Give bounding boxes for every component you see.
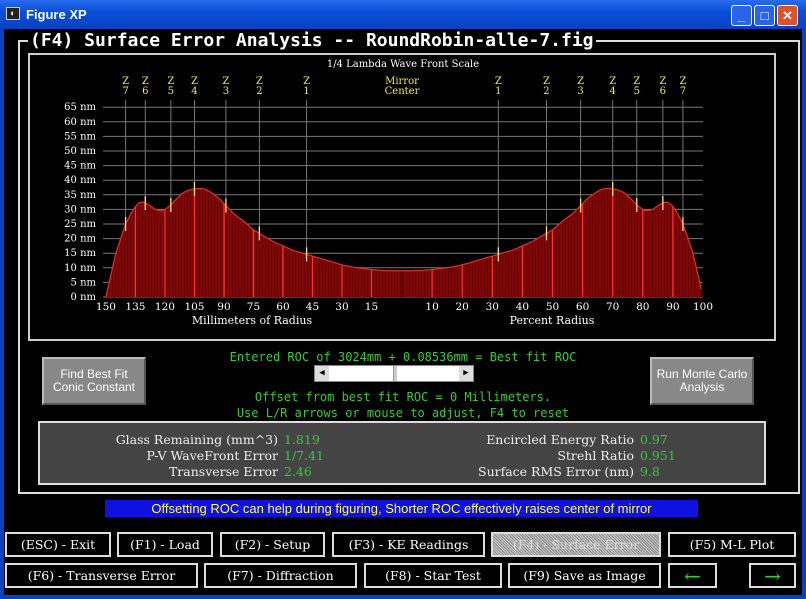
roc-offset-text: Offset from best fit ROC = 0 Millimeters… bbox=[254, 390, 552, 404]
x-tick-label-mm: 75 bbox=[247, 301, 260, 313]
zone-label: 2 bbox=[256, 86, 262, 97]
chart-title: 1/4 Lambda Wave Front Scale bbox=[327, 59, 479, 70]
star-test-button[interactable]: (F8) - Star Test bbox=[364, 563, 502, 588]
zone-label: 5 bbox=[634, 86, 640, 97]
x-tick-label-percent: 50 bbox=[546, 301, 559, 313]
zone-label: 5 bbox=[168, 86, 174, 97]
zone-label: 2 bbox=[543, 86, 549, 97]
strehl-label: Strehl Ratio bbox=[557, 448, 634, 463]
zone-label: 3 bbox=[577, 86, 583, 97]
load-button[interactable]: (F1) - Load bbox=[117, 532, 213, 557]
x-tick-label-percent: 60 bbox=[576, 301, 589, 313]
roc-offset-slider[interactable]: ◀ ▶ bbox=[314, 365, 474, 382]
x-tick-label-percent: 30 bbox=[486, 301, 499, 313]
x-tick-label-percent: 100 bbox=[693, 301, 713, 313]
y-tick-label: 30 nm bbox=[64, 204, 96, 215]
curve-fill bbox=[105, 188, 703, 297]
roc-entered-text: Entered ROC of 3024mm + 0.08536mm = Best… bbox=[229, 350, 577, 364]
ke-readings-button[interactable]: (F3) - KE Readings bbox=[332, 532, 485, 557]
x-tick-label-mm: 150 bbox=[96, 301, 116, 313]
x-tick-label-percent: 80 bbox=[636, 301, 649, 313]
y-tick-label: 20 nm bbox=[64, 234, 96, 245]
y-tick-label: 0 nm bbox=[71, 292, 97, 303]
zone-label: 6 bbox=[142, 86, 148, 97]
y-tick-label: 25 nm bbox=[64, 219, 96, 230]
y-tick-label: 35 nm bbox=[64, 190, 96, 201]
zone-label: 7 bbox=[122, 86, 128, 97]
slider-right-arrow-icon[interactable]: ▶ bbox=[459, 366, 473, 381]
x-tick-label-mm: 15 bbox=[365, 301, 378, 313]
rms-label: Surface RMS Error (nm) bbox=[478, 464, 634, 479]
zone-label: 3 bbox=[223, 86, 229, 97]
slider-thumb[interactable] bbox=[393, 366, 397, 381]
mirror-center-label: Center bbox=[385, 86, 420, 97]
previous-arrow-button[interactable]: ← bbox=[668, 563, 717, 588]
ee-label: Encircled Energy Ratio bbox=[486, 432, 634, 447]
x-tick-label-mm: 120 bbox=[155, 301, 175, 313]
y-tick-label: 60 nm bbox=[64, 117, 96, 128]
x-tick-label-mm: 90 bbox=[217, 301, 230, 313]
stats-panel: Glass Remaining (mm^3) 1.819 P-V WaveFron… bbox=[38, 421, 766, 485]
next-arrow-button[interactable]: → bbox=[749, 563, 796, 588]
x-tick-label-percent: 10 bbox=[425, 301, 438, 313]
setup-button[interactable]: (F2) - Setup bbox=[220, 532, 325, 557]
y-tick-label: 45 nm bbox=[64, 161, 96, 172]
x-tick-label-percent: 90 bbox=[666, 301, 679, 313]
save-image-button[interactable]: (F9) Save as Image bbox=[508, 563, 661, 588]
strehl-value: 0.951 bbox=[640, 448, 676, 463]
info-banner: Offsetting ROC can help during figuring,… bbox=[105, 500, 698, 517]
zone-label: 6 bbox=[660, 86, 666, 97]
y-tick-label: 10 nm bbox=[64, 263, 96, 274]
y-tick-label: 55 nm bbox=[64, 131, 96, 142]
zone-label: 4 bbox=[191, 86, 197, 97]
rms-value: 9.8 bbox=[640, 464, 660, 479]
x-tick-label-mm: 60 bbox=[276, 301, 289, 313]
y-tick-label: 50 nm bbox=[64, 146, 96, 157]
surface-error-chart: 1/4 Lambda Wave Front Scale 0 nm 5 nm 10 nm… bbox=[64, 59, 713, 327]
x-axis-label-mm: Millimeters of Radius bbox=[192, 314, 313, 327]
x-tick-label-mm: 105 bbox=[184, 301, 204, 313]
y-tick-label: 65 nm bbox=[64, 102, 96, 113]
x-tick-label-mm: 30 bbox=[335, 301, 348, 313]
transverse-error-button[interactable]: (F6) - Transverse Error bbox=[5, 563, 198, 588]
diffraction-button[interactable]: (F7) - Diffraction bbox=[204, 563, 357, 588]
zone-label: 7 bbox=[680, 86, 686, 97]
x-tick-label-percent: 40 bbox=[516, 301, 529, 313]
roc-hint-text: Use L/R arrows or mouse to adjust, F4 to… bbox=[236, 406, 570, 420]
x-tick-label-mm: 135 bbox=[125, 301, 145, 313]
x-tick-label-mm: 45 bbox=[306, 301, 319, 313]
y-tick-label: 40 nm bbox=[64, 175, 96, 186]
ee-value: 0.97 bbox=[640, 432, 668, 447]
x-tick-label-percent: 20 bbox=[456, 301, 469, 313]
surface-error-button[interactable]: (F4) - Surface Error bbox=[491, 532, 661, 557]
y-tick-label: 15 nm bbox=[64, 248, 96, 259]
x-tick-label-percent: 70 bbox=[606, 301, 619, 313]
exit-button[interactable]: (ESC) - Exit bbox=[5, 532, 111, 557]
zone-label: 1 bbox=[495, 86, 501, 97]
y-tick-label: 5 nm bbox=[71, 277, 97, 288]
x-axis-label-percent: Percent Radius bbox=[510, 314, 595, 327]
ml-plot-button[interactable]: (F5) M-L Plot bbox=[668, 532, 796, 557]
zone-label: 1 bbox=[303, 86, 309, 97]
zone-label: 4 bbox=[610, 86, 616, 97]
slider-left-arrow-icon[interactable]: ◀ bbox=[315, 366, 329, 381]
